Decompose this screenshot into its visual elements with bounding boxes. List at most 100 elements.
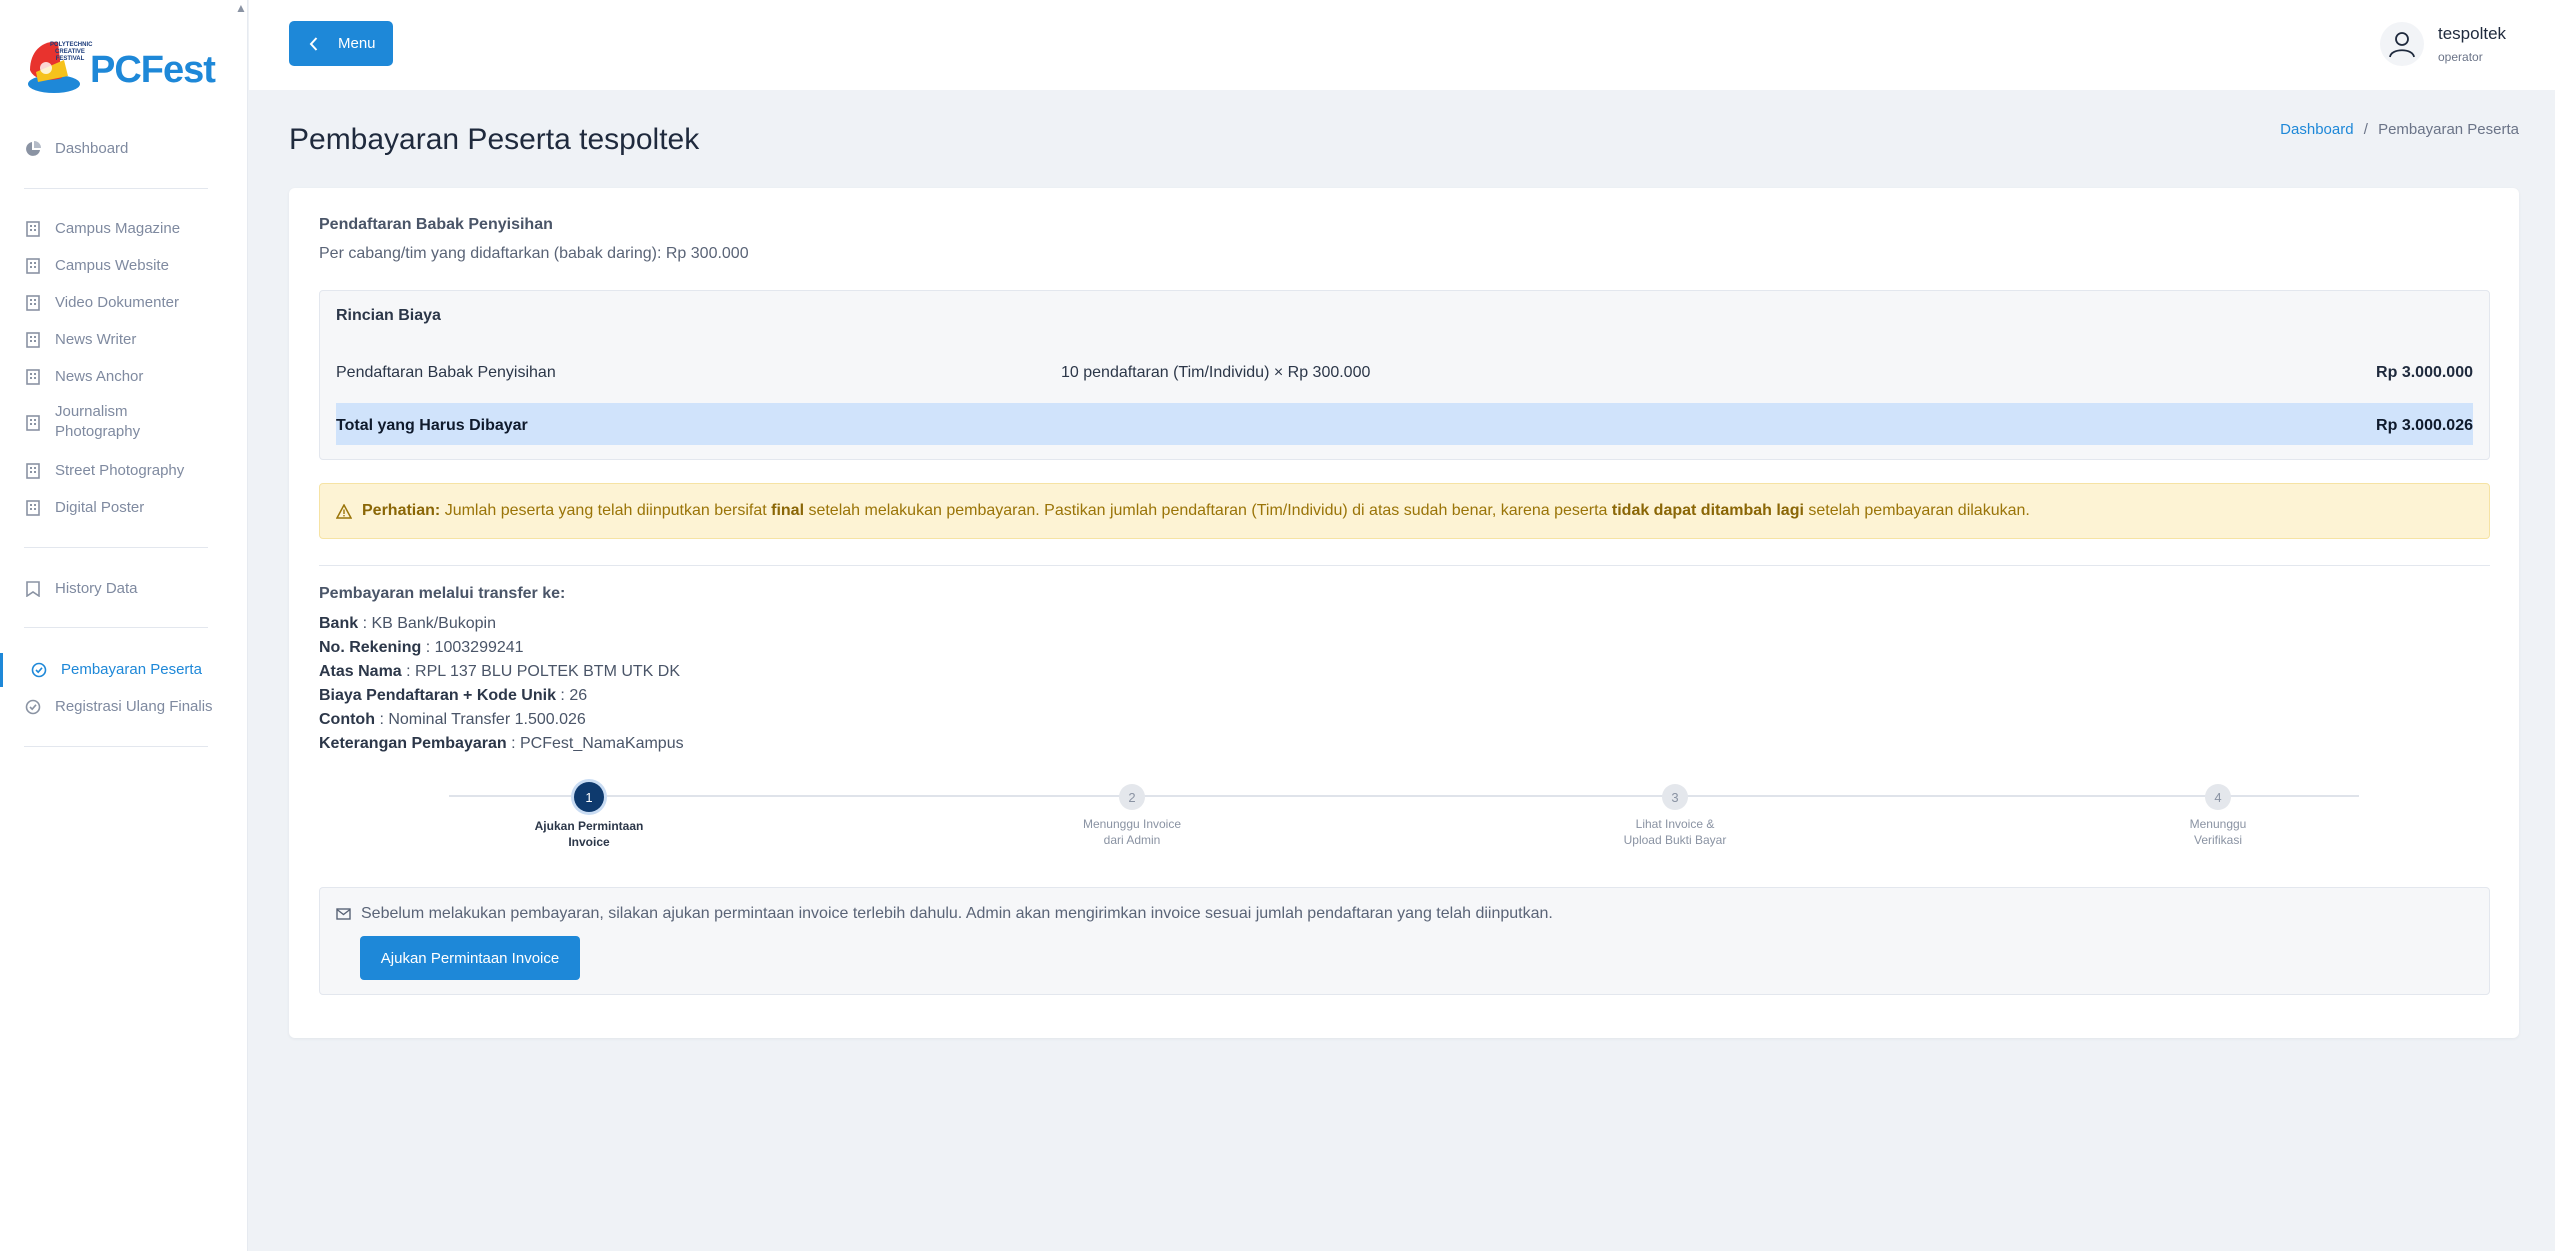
alert-bold-2: tidak dapat ditambah lagi — [1611, 502, 1804, 519]
invoice-request-box: Sebelum melakukan pembayaran, silakan aj… — [319, 887, 2490, 995]
user-role: operator — [2438, 50, 2483, 64]
transfer-row-rekening: No. Rekening : 1003299241 — [319, 636, 684, 660]
sidebar-item-news-anchor[interactable]: News Anchor — [24, 364, 143, 390]
transfer-label: Atas Nama — [319, 663, 402, 680]
step-1: 1 Ajukan Permintaan Invoice — [509, 782, 669, 850]
badge-text: POLYTECHNIC CREATIVE FESTIVAL — [50, 42, 93, 62]
sidebar-item-video-dokumenter[interactable]: Video Dokumenter — [24, 290, 179, 316]
sidebar-item-registrasi-ulang-finalis[interactable]: Registrasi Ulang Finalis — [24, 694, 213, 720]
active-indicator — [0, 653, 3, 687]
user-menu[interactable]: tespoltek operator — [2380, 20, 2506, 68]
payment-card: Pendaftaran Babak Penyisihan Per cabang/… — [289, 188, 2519, 1038]
transfer-label: Bank — [319, 615, 359, 632]
sidebar-item-news-writer[interactable]: News Writer — [24, 327, 136, 353]
transfer-value: : 1003299241 — [425, 639, 524, 656]
cost-row-calc: 10 pendaftaran (Tim/Individu) × Rp 300.0… — [1061, 364, 1371, 381]
section-divider — [319, 565, 2490, 566]
step-label-line: Verifikasi — [2193, 833, 2243, 847]
alert-text-3: setelah pembayaran dilakukan. — [1803, 502, 2030, 519]
transfer-row-bank: Bank : KB Bank/Bukopin — [319, 612, 684, 636]
sidebar-item-journalism-photography[interactable]: Journalism Photography — [24, 402, 165, 448]
cost-row-amount: Rp 3.000.000 — [2376, 364, 2473, 381]
sidebar-divider — [24, 746, 208, 747]
alert-lead: Perhatian: — [362, 502, 441, 519]
transfer-title: Pembayaran melalui transfer ke: — [319, 585, 566, 602]
cost-total-row: Total yang Harus Dibayar Rp 3.000.026 — [336, 403, 2473, 445]
sidebar-item-label: Registrasi Ulang Finalis — [55, 698, 213, 715]
building-icon — [24, 462, 42, 480]
chevron-left-icon — [309, 36, 318, 51]
warning-alert: Perhatian: Jumlah peserta yang telah dii… — [319, 483, 2490, 539]
cost-breakdown: Rincian Biaya Pendaftaran Babak Penyisih… — [319, 290, 2490, 460]
building-icon — [24, 414, 42, 432]
sidebar-item-digital-poster[interactable]: Digital Poster — [24, 495, 144, 521]
building-icon — [24, 331, 42, 349]
alert-text: Perhatian: Jumlah peserta yang telah dii… — [362, 502, 2030, 520]
step-label-line: Lihat Invoice & — [1635, 817, 1715, 831]
alert-bold-1: final — [771, 502, 805, 519]
step-4: 4 Menunggu Verifikasi — [2138, 782, 2298, 848]
breadcrumb-dashboard-link[interactable]: Dashboard — [2280, 121, 2353, 138]
building-icon — [24, 257, 42, 275]
building-icon — [24, 368, 42, 386]
breadcrumb-separator: / — [2363, 121, 2368, 138]
sidebar-item-label: Journalism Photography — [55, 403, 141, 440]
transfer-row-contoh: Contoh : Nominal Transfer 1.500.026 — [319, 708, 684, 732]
step-label: Ajukan Permintaan Invoice — [509, 818, 669, 850]
transfer-value: : KB Bank/Bukopin — [362, 615, 496, 632]
transfer-label: Keterangan Pembayaran — [319, 735, 507, 752]
step-2: 2 Menunggu Invoice dari Admin — [1052, 782, 1212, 848]
step-label: Menunggu Verifikasi — [2138, 816, 2298, 848]
step-number: 4 — [2205, 784, 2231, 810]
menu-button-label: Menu — [338, 35, 376, 52]
sidebar-item-label: Pembayaran Peserta — [61, 661, 202, 678]
sidebar-item-pembayaran-peserta[interactable]: Pembayaran Peserta — [30, 657, 202, 683]
step-label-line: Upload Bukti Bayar — [1623, 833, 1727, 847]
menu-button[interactable]: Menu — [289, 21, 393, 66]
transfer-value: : RPL 137 BLU POLTEK BTM UTK DK — [406, 663, 681, 680]
registration-subtitle: Per cabang/tim yang didaftarkan (babak d… — [319, 245, 749, 262]
avatar — [2380, 22, 2424, 66]
step-label-line: Invoice — [568, 835, 610, 849]
step-label-line: Menunggu — [2189, 817, 2247, 831]
top-bar — [249, 0, 2555, 90]
user-icon — [2389, 32, 2415, 58]
sidebar-item-dashboard[interactable]: Dashboard — [24, 136, 128, 162]
pcfest-logo[interactable]: POLYTECHNIC CREATIVE FESTIVAL PCFest — [24, 28, 224, 100]
step-number: 1 — [574, 782, 604, 812]
scroll-up-arrow-icon[interactable]: ▲ — [235, 2, 247, 14]
step-label-line: dari Admin — [1103, 833, 1161, 847]
building-icon — [24, 499, 42, 517]
step-label: Menunggu Invoice dari Admin — [1052, 816, 1212, 848]
request-invoice-button[interactable]: Ajukan Permintaan Invoice — [360, 936, 580, 980]
step-label: Lihat Invoice & Upload Bukti Bayar — [1595, 816, 1755, 848]
registration-title: Pendaftaran Babak Penyisihan — [319, 216, 553, 233]
sidebar-item-label: Digital Poster — [55, 499, 145, 516]
sidebar-item-campus-magazine[interactable]: Campus Magazine — [24, 216, 180, 242]
transfer-value: : 26 — [560, 687, 588, 704]
sidebar-divider — [24, 188, 208, 189]
mail-icon — [336, 908, 351, 920]
building-icon — [24, 294, 42, 312]
sidebar-item-label: News Writer — [55, 331, 137, 348]
step-number: 3 — [1662, 784, 1688, 810]
sidebar-item-label: Street Photography — [55, 462, 185, 479]
stepper-line — [449, 795, 2359, 797]
bookmark-icon — [24, 580, 42, 598]
invoice-message-text: Sebelum melakukan pembayaran, silakan aj… — [361, 905, 1553, 922]
sidebar-item-history-data[interactable]: History Data — [24, 576, 138, 602]
sidebar-item-label: Video Dokumenter — [55, 294, 179, 311]
user-name: tespoltek — [2438, 24, 2507, 43]
transfer-value: : PCFest_NamaKampus — [511, 735, 684, 752]
cost-title: Rincian Biaya — [336, 307, 441, 324]
sidebar-item-campus-website[interactable]: Campus Website — [24, 253, 169, 279]
transfer-value: : Nominal Transfer 1.500.026 — [379, 711, 586, 728]
pie-chart-icon — [24, 140, 42, 158]
sidebar-item-street-photography[interactable]: Street Photography — [24, 458, 184, 484]
breadcrumb-current: Pembayaran Peserta — [2378, 121, 2519, 138]
sidebar-divider — [24, 627, 208, 628]
alert-text-1: Jumlah peserta yang telah diinputkan ber… — [440, 502, 772, 519]
transfer-row-kode-unik: Biaya Pendaftaran + Kode Unik : 26 — [319, 684, 684, 708]
transfer-label: Biaya Pendaftaran + Kode Unik — [319, 687, 556, 704]
transfer-row-atas-nama: Atas Nama : RPL 137 BLU POLTEK BTM UTK D… — [319, 660, 684, 684]
